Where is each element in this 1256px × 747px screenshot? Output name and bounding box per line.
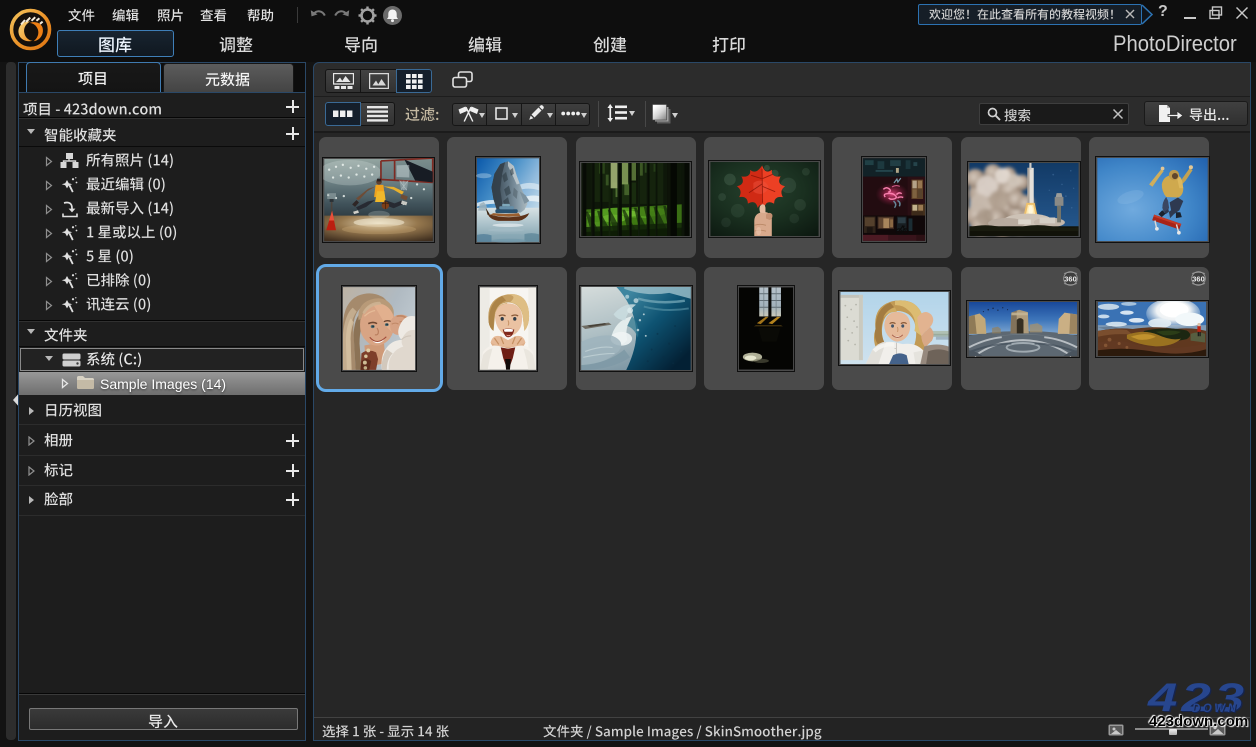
svg-text:360: 360 <box>1192 274 1205 283</box>
svg-text:360: 360 <box>1064 274 1077 283</box>
